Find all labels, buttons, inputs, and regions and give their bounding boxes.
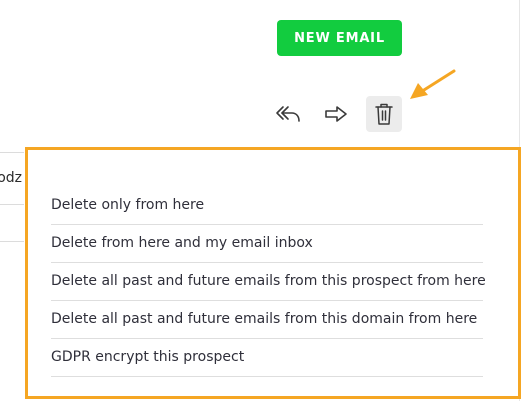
email-view: NEW EMAIL odz Delete only from here Dele…	[0, 0, 525, 401]
row-divider	[0, 241, 24, 242]
menu-item-delete-prospect-emails[interactable]: Delete all past and future emails from t…	[51, 263, 486, 301]
row-text-fragment: odz	[0, 170, 22, 186]
menu-item-delete-domain-emails[interactable]: Delete all past and future emails from t…	[51, 301, 483, 339]
menu-item-delete-here-and-inbox[interactable]: Delete from here and my email inbox	[51, 225, 483, 263]
row-divider	[0, 152, 24, 153]
menu-item-delete-only-here[interactable]: Delete only from here	[51, 187, 483, 225]
delete-options-list: Delete only from here Delete from here a…	[51, 187, 486, 377]
reply-all-icon[interactable]	[272, 100, 304, 128]
menu-item-gdpr-encrypt[interactable]: GDPR encrypt this prospect	[51, 339, 483, 377]
annotation-arrow-icon	[404, 66, 460, 106]
trash-icon[interactable]	[366, 96, 402, 132]
new-email-button[interactable]: NEW EMAIL	[277, 20, 402, 56]
row-divider	[0, 204, 24, 205]
delete-options-menu: Delete only from here Delete from here a…	[25, 147, 521, 399]
forward-icon[interactable]	[320, 100, 352, 128]
